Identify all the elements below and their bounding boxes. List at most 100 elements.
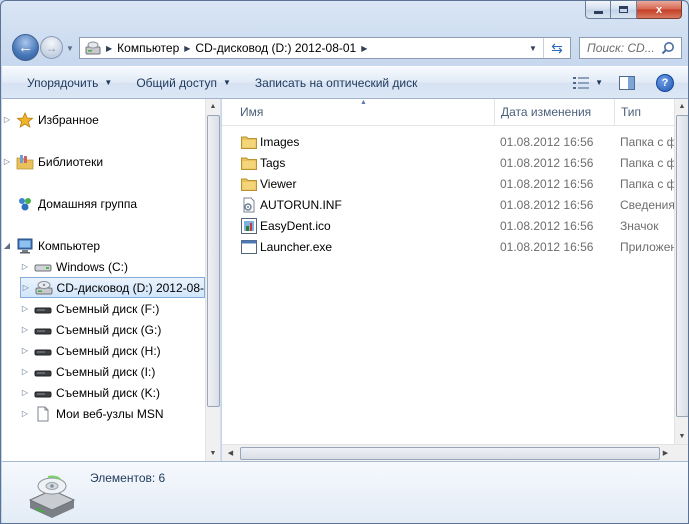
tree-item-label: Съемный диск (I:): [56, 364, 156, 379]
expand-arrow-icon[interactable]: ▷: [20, 346, 30, 355]
change-view-button[interactable]: ▼: [573, 76, 603, 89]
tree-item-libraries[interactable]: ▷ Библиотеки: [2, 151, 205, 172]
tree-item-label: Съемный диск (G:): [56, 322, 162, 337]
expand-arrow-icon[interactable]: ▷: [20, 388, 30, 397]
back-button[interactable]: ←: [12, 34, 39, 61]
organize-label: Упорядочить: [27, 75, 99, 90]
hard-drive-icon: [34, 259, 52, 275]
breadcrumb-computer[interactable]: Компьютер: [117, 41, 179, 55]
chevron-down-icon: ▼: [222, 78, 231, 87]
file-date: 01.08.2012 16:56: [500, 134, 594, 149]
minimize-icon: [593, 10, 603, 14]
file-type: Приложен: [620, 239, 678, 254]
folder-icon: [241, 176, 257, 192]
column-header-date[interactable]: Дата изменения: [495, 99, 615, 125]
file-name: Launcher.exe: [260, 239, 333, 254]
tree-item-drive-f[interactable]: ▷ Съемный диск (F:): [20, 298, 205, 319]
removable-drive-icon: [34, 385, 52, 401]
tree-item-drive-h[interactable]: ▷ Съемный диск (H:): [20, 340, 205, 361]
tree-item-drive-g[interactable]: ▷ Съемный диск (G:): [20, 319, 205, 340]
burn-disc-button[interactable]: Записать на оптический диск: [255, 76, 418, 90]
file-row-autorun[interactable]: AUTORUN.INF 01.08.2012 16:56 Сведения д: [222, 194, 688, 215]
address-dropdown-button[interactable]: ▼: [524, 38, 542, 58]
breadcrumb-cd-drive[interactable]: CD-дисковод (D:) 2012-08-01: [195, 41, 356, 55]
star-icon: [16, 111, 34, 128]
cd-drive-icon: [85, 41, 101, 55]
file-row-viewer[interactable]: Viewer 01.08.2012 16:56 Папка с фа: [222, 173, 688, 194]
share-button[interactable]: Общий доступ ▼: [136, 76, 231, 90]
filelist-horizontal-scrollbar[interactable]: ◀ ▶: [222, 444, 688, 461]
chevron-right-icon[interactable]: ▶: [106, 44, 112, 53]
forward-button[interactable]: →: [40, 36, 63, 59]
close-button[interactable]: x: [637, 1, 682, 19]
expand-arrow-icon[interactable]: ▷: [21, 283, 31, 292]
refresh-button[interactable]: ⇆: [543, 38, 570, 58]
tree-item-drive-k[interactable]: ▷ Съемный диск (K:): [20, 382, 205, 403]
expand-arrow-icon[interactable]: ▷: [20, 262, 30, 271]
scroll-right-icon[interactable]: ▶: [657, 445, 674, 461]
file-date: 01.08.2012 16:56: [500, 155, 594, 170]
removable-drive-icon: [34, 343, 52, 359]
folder-icon: [241, 155, 257, 171]
filelist-vertical-scrollbar[interactable]: ▲ ▼: [674, 99, 688, 444]
burn-disc-label: Записать на оптический диск: [254, 75, 418, 90]
scroll-thumb[interactable]: [207, 115, 220, 407]
preview-pane-icon[interactable]: [619, 75, 635, 90]
file-row-easydent-ico[interactable]: EasyDent.ico 01.08.2012 16:56 Значок: [222, 215, 688, 236]
tree-item-drive-d[interactable]: ▷ CD-дисковод (D:) 2012-08-: [20, 277, 205, 298]
tree-item-drive-i[interactable]: ▷ Съемный диск (I:): [20, 361, 205, 382]
removable-drive-icon: [34, 322, 52, 338]
search-box[interactable]: Поиск: CD...: [579, 37, 682, 59]
chevron-down-icon: ▼: [595, 78, 603, 87]
cd-drive-icon: [28, 475, 76, 518]
expand-arrow-icon[interactable]: ▷: [2, 157, 12, 166]
computer-icon: [16, 238, 34, 254]
tree-item-label: Компьютер: [38, 238, 101, 253]
scroll-thumb[interactable]: [676, 115, 688, 417]
help-button[interactable]: ?: [656, 73, 674, 92]
expand-arrow-icon[interactable]: ▷: [2, 115, 12, 124]
maximize-icon: [619, 6, 628, 13]
collapse-arrow-icon[interactable]: ◢: [2, 241, 12, 250]
minimize-button[interactable]: [585, 1, 611, 19]
ico-file-icon: [241, 217, 257, 234]
scroll-thumb[interactable]: [240, 447, 660, 460]
expand-arrow-icon[interactable]: ▷: [20, 304, 30, 313]
recent-pages-dropdown[interactable]: ▼: [66, 44, 74, 53]
expand-arrow-icon[interactable]: ▷: [20, 409, 30, 418]
column-header-name[interactable]: Имя: [222, 99, 495, 125]
removable-drive-icon: [34, 301, 52, 317]
file-row-images[interactable]: Images 01.08.2012 16:56 Папка с фа: [222, 131, 688, 152]
organize-button[interactable]: Упорядочить ▼: [27, 76, 112, 90]
tree-item-label: Библиотеки: [38, 154, 104, 169]
tree-item-homegroup[interactable]: Домашняя группа: [2, 193, 205, 214]
tree-item-computer[interactable]: ◢ Компьютер: [2, 235, 205, 256]
scroll-down-icon[interactable]: ▼: [675, 429, 688, 444]
item-count: Элементов: 6: [90, 471, 166, 485]
explorer-window: x ← → ▼ ▶ Компьютер ▶ CD-дисковод (D:) 2…: [0, 0, 689, 524]
expand-arrow-icon[interactable]: ▷: [20, 325, 30, 334]
tree-item-drive-c[interactable]: ▷ Windows (C:): [20, 256, 205, 277]
removable-drive-icon: [34, 364, 52, 380]
file-row-tags[interactable]: Tags 01.08.2012 16:56 Папка с фа: [222, 152, 688, 173]
tree-item-favorites[interactable]: ▷ Избранное: [2, 109, 205, 130]
expand-arrow-icon[interactable]: ▷: [20, 367, 30, 376]
scroll-down-icon[interactable]: ▼: [206, 446, 220, 461]
file-date: 01.08.2012 16:56: [500, 239, 594, 254]
settings-file-icon: [241, 197, 257, 213]
address-bar[interactable]: ▶ Компьютер ▶ CD-дисковод (D:) 2012-08-0…: [79, 37, 571, 59]
column-header-row: ▲ Имя Дата изменения Тип: [222, 99, 688, 126]
scroll-up-icon[interactable]: ▲: [206, 99, 220, 114]
chevron-right-icon[interactable]: ▶: [184, 44, 190, 53]
chevron-right-icon[interactable]: ▶: [361, 44, 367, 53]
file-row-launcher-exe[interactable]: Launcher.exe 01.08.2012 16:56 Приложен: [222, 236, 688, 257]
help-icon: ?: [661, 76, 669, 89]
tree-item-msn-sites[interactable]: ▷ Мои веб-узлы MSN: [20, 403, 205, 424]
scroll-up-icon[interactable]: ▲: [675, 99, 688, 114]
maximize-button[interactable]: [611, 1, 637, 19]
chevron-down-icon: ▼: [104, 78, 113, 87]
homegroup-icon: [16, 196, 34, 212]
scroll-left-icon[interactable]: ◀: [222, 445, 239, 461]
navpane-scrollbar[interactable]: ▲ ▼: [205, 99, 220, 461]
search-input[interactable]: Поиск: CD...: [587, 41, 661, 55]
